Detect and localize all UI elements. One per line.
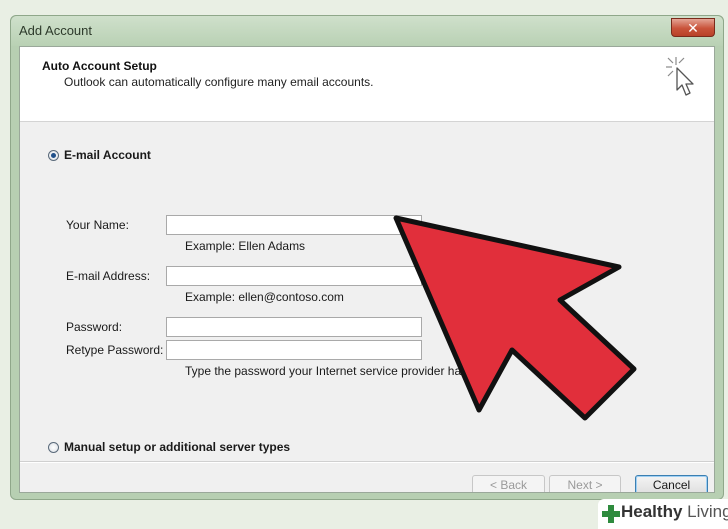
email-account-radio[interactable] [48, 150, 59, 161]
add-account-dialog: Add Account ✕ Auto Account Setup Outlook… [10, 15, 724, 500]
your-name-hint: Example: Ellen Adams [185, 239, 306, 253]
manual-setup-radio[interactable] [48, 442, 59, 453]
next-button[interactable]: Next > [549, 475, 621, 492]
header-title: Auto Account Setup [42, 59, 157, 73]
back-button[interactable]: < Back [472, 475, 545, 492]
retype-password-input[interactable] [166, 340, 422, 360]
title-bar: Add Account ✕ [11, 16, 723, 46]
close-button[interactable]: ✕ [671, 18, 715, 37]
dialog-body: Auto Account Setup Outlook can automatic… [19, 46, 715, 493]
manual-setup-label: Manual setup or additional server types [64, 440, 291, 454]
cancel-button[interactable]: Cancel [635, 475, 708, 492]
watermark-text: Healthy Living [621, 502, 728, 522]
email-address-hint: Example: ellen@contoso.com [185, 290, 344, 304]
your-name-label: Your Name: [66, 218, 129, 232]
cursor-sparkle-icon [666, 57, 694, 96]
password-label: Password: [66, 320, 123, 334]
watermark-brand-light: Living [682, 502, 728, 521]
header-subtitle: Outlook can automatically configure many… [64, 75, 374, 89]
screenshot-stage: Add Account ✕ Auto Account Setup Outlook… [0, 0, 728, 529]
your-name-input[interactable] [166, 215, 422, 235]
header-panel: Auto Account Setup Outlook can automatic… [20, 47, 714, 122]
password-input[interactable] [166, 317, 422, 337]
email-address-label: E-mail Address: [66, 269, 151, 283]
health-cross-icon [602, 505, 620, 523]
footer-separator [20, 461, 714, 463]
watermark: Healthy Living [598, 499, 728, 529]
password-hint: Type the password your Internet service … [185, 364, 486, 378]
retype-password-label: Retype Password: [66, 343, 164, 357]
watermark-brand-bold: Healthy [621, 502, 683, 521]
email-address-input[interactable] [166, 266, 422, 286]
email-account-label: E-mail Account [64, 148, 151, 162]
window-title: Add Account [19, 23, 92, 38]
